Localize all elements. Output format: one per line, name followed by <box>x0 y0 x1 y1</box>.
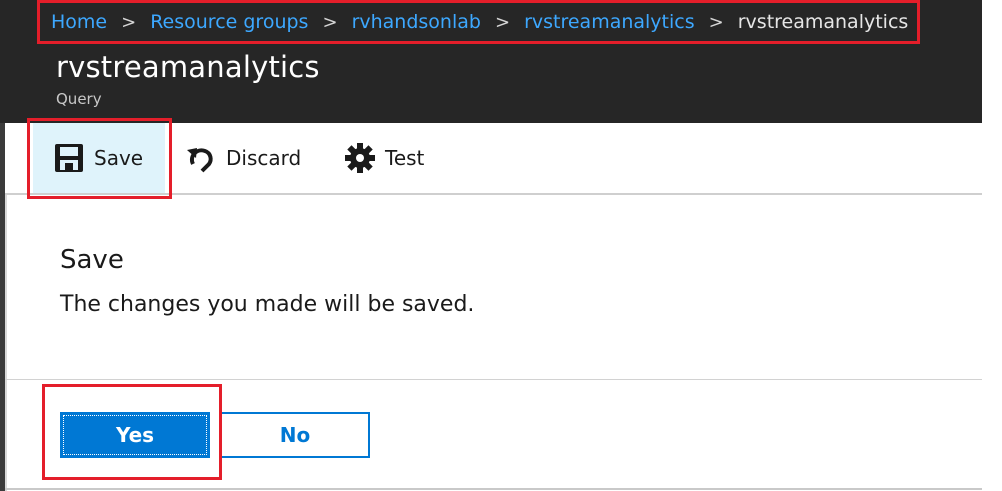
bottom-divider <box>5 488 982 490</box>
breadcrumb-highlight <box>37 0 920 44</box>
divider <box>5 379 982 380</box>
test-button[interactable]: Test <box>344 123 424 193</box>
dialog-title: Save <box>60 245 124 275</box>
save-highlight <box>27 118 172 199</box>
page-title: rvstreamanalytics <box>56 50 320 84</box>
discard-label: Discard <box>226 146 302 170</box>
right-edge <box>982 0 1002 491</box>
test-label: Test <box>385 146 425 170</box>
no-button[interactable]: No <box>220 412 370 458</box>
undo-icon <box>187 148 213 173</box>
dialog-message: The changes you made will be saved. <box>60 292 475 317</box>
discard-button[interactable]: Discard <box>185 123 301 193</box>
gear-icon <box>345 143 375 173</box>
page-subtitle: Query <box>56 90 102 108</box>
yes-highlight <box>42 384 222 480</box>
